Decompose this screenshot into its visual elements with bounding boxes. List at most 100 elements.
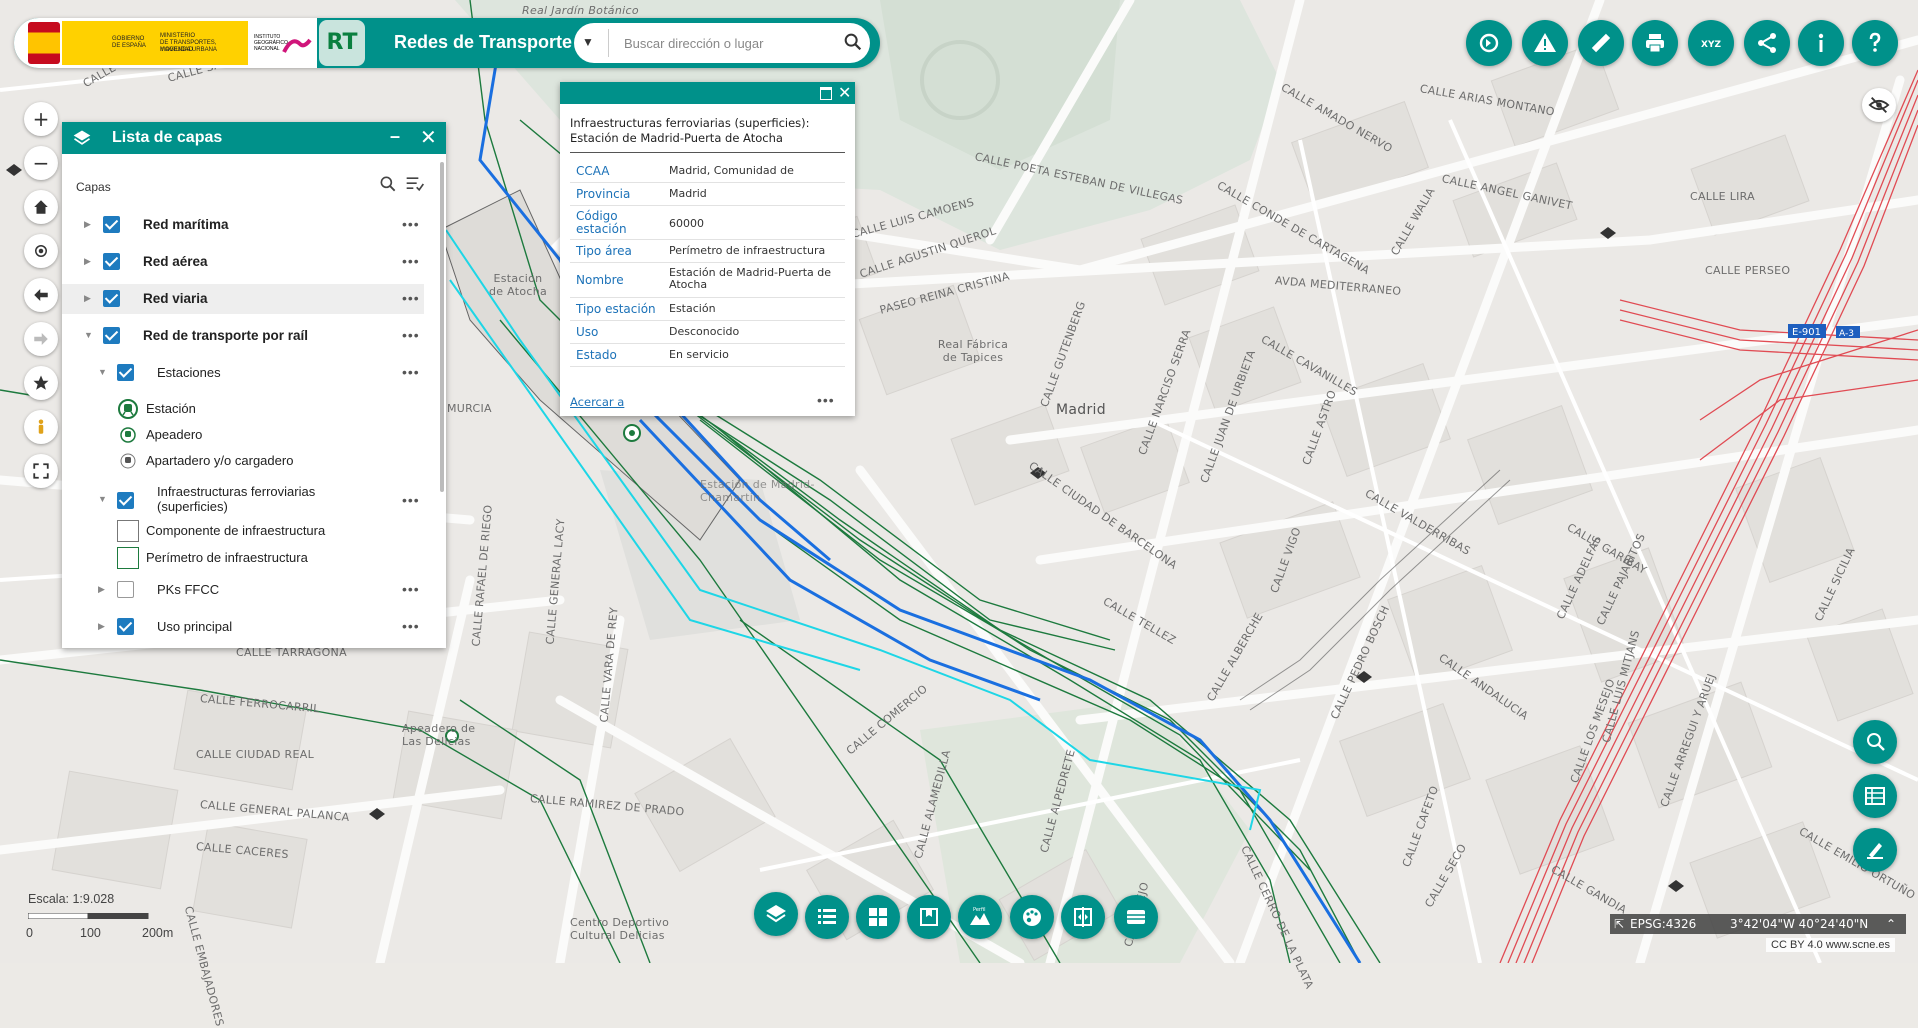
layers-panel-header: Lista de capas – ✕ <box>62 122 446 154</box>
sublayer-row[interactable]: ▶ PKs FFCC ••• <box>62 575 424 605</box>
layer-checkbox[interactable] <box>103 290 120 307</box>
more-options-icon[interactable]: ••• <box>402 492 420 508</box>
info-icon[interactable] <box>1798 20 1844 66</box>
layers-scrollbar[interactable] <box>440 162 444 492</box>
collapse-icon[interactable]: ⌃ <box>1886 917 1896 931</box>
legend-item: Apeadero <box>117 424 202 446</box>
search-box: ▼ <box>574 23 870 63</box>
road-shield-e901: E-901 <box>1792 327 1821 338</box>
close-icon[interactable]: ✕ <box>420 125 437 150</box>
layer-filter-icon[interactable] <box>404 174 426 194</box>
search-source-dropdown[interactable]: ▼ <box>582 35 594 49</box>
grid-icon[interactable] <box>856 895 900 939</box>
map-label: CALLE LIRA <box>1690 190 1756 203</box>
maximize-icon[interactable] <box>820 87 832 100</box>
bookmark-icon[interactable] <box>907 895 951 939</box>
popup-field-row: CCAA Madrid, Comunidad de <box>570 160 845 183</box>
legend-item: Apartadero y/o cargadero <box>117 450 293 472</box>
warning-icon[interactable] <box>1522 20 1568 66</box>
map-label: Apeadero de Las Delicias <box>402 722 476 748</box>
more-options-icon[interactable]: ••• <box>817 392 835 408</box>
back-arrow-icon[interactable] <box>24 278 58 312</box>
institution-logos[interactable]: GOBIERNO DE ESPAÑA MINISTERIO DE TRANSPO… <box>14 18 317 68</box>
palette-icon[interactable] <box>1010 895 1054 939</box>
compare-icon[interactable] <box>1061 895 1105 939</box>
sublayer-checkbox[interactable] <box>117 492 134 509</box>
more-options-icon[interactable]: ••• <box>402 618 420 634</box>
scale-tick: 0 <box>26 926 33 940</box>
sublayer-row[interactable]: ▶ Uso principal ••• <box>62 612 424 642</box>
expand-icon[interactable]: ⇱ <box>1614 917 1624 931</box>
help-icon[interactable] <box>1852 20 1898 66</box>
more-options-icon[interactable]: ••• <box>402 327 420 343</box>
ministry-logo: GOBIERNO DE ESPAÑA MINISTERIO DE TRANSPO… <box>62 21 248 65</box>
layer-label: Red viaria <box>143 291 208 306</box>
print-icon[interactable] <box>1632 20 1678 66</box>
coordinate-value: 3°42'04"W 40°24'40"N <box>1730 917 1869 931</box>
map-label: MURCIA <box>447 402 492 415</box>
sublayer-row[interactable]: ▼ Infraestructuras ferroviarias (superfi… <box>62 480 424 520</box>
xyz-icon[interactable]: XYZ <box>1688 20 1734 66</box>
app-logo: RT <box>319 20 365 66</box>
popup-field-row: Código estación 60000 <box>570 206 845 240</box>
layer-checkbox[interactable] <box>103 253 120 270</box>
more-options-icon[interactable]: ••• <box>402 581 420 597</box>
legend-list-icon[interactable] <box>805 895 849 939</box>
fullscreen-icon[interactable] <box>24 454 58 488</box>
feature-popup: ✕ Infraestructuras ferroviarias (superfi… <box>560 82 855 416</box>
more-options-icon[interactable]: ••• <box>402 290 420 306</box>
edit-location-icon[interactable] <box>1853 828 1897 872</box>
layer-row[interactable]: ▶ Red viaria ••• <box>62 284 424 314</box>
more-options-icon[interactable]: ••• <box>402 364 420 380</box>
legend-item: Estación <box>117 398 196 420</box>
zoom-to-link[interactable]: Acercar a <box>570 395 624 409</box>
more-options-icon[interactable]: ••• <box>402 253 420 269</box>
sublayer-checkbox[interactable] <box>117 581 134 598</box>
layers-toggle-icon[interactable] <box>754 892 798 936</box>
home-icon[interactable] <box>24 190 58 224</box>
layer-search-icon[interactable] <box>378 174 398 194</box>
sublayer-checkbox[interactable] <box>117 364 134 381</box>
layer-checkbox[interactable] <box>103 216 120 233</box>
zoom-out-icon[interactable]: − <box>24 146 58 180</box>
popup-header: ✕ <box>560 82 855 104</box>
layer-row[interactable]: ▼ Red de transporte por raíl ••• <box>62 321 424 351</box>
more-options-icon[interactable]: ••• <box>402 216 420 232</box>
search-location-icon[interactable] <box>1853 720 1897 764</box>
map-label: Madrid <box>1056 402 1106 418</box>
elevation-profile-icon[interactable]: Perfil <box>958 895 1002 939</box>
refresh-icon[interactable] <box>1466 20 1512 66</box>
sublayer-label: PKs FFCC <box>157 582 220 597</box>
layer-checkbox[interactable] <box>103 327 120 344</box>
zoom-in-icon[interactable]: + <box>24 102 58 136</box>
attribution[interactable]: CC BY 4.0 www.scne.es <box>1766 938 1896 952</box>
coordinate-readout[interactable]: ⇱ EPSG:4326 3°42'04"W 40°24'40"N ⌃ <box>1610 914 1906 934</box>
forward-arrow-icon[interactable] <box>24 322 58 356</box>
table-icon[interactable] <box>1853 774 1897 818</box>
layer-row[interactable]: ▶ Red aérea ••• <box>62 247 424 277</box>
search-input[interactable] <box>622 29 836 57</box>
street-view-icon[interactable] <box>24 410 58 444</box>
locate-icon[interactable] <box>24 234 58 268</box>
map-label: Centro Deportivo Cultural Delicias <box>570 916 670 942</box>
share-icon[interactable] <box>1744 20 1790 66</box>
search-icon[interactable] <box>842 31 866 55</box>
sublayer-row[interactable]: ▼ Estaciones ••• <box>62 358 424 388</box>
sublayer-label: Infraestructuras ferroviarias (superfici… <box>157 484 316 514</box>
layer-label: Red aérea <box>143 254 208 269</box>
popup-field-row: Provincia Madrid <box>570 183 845 206</box>
scale-bar <box>28 913 149 919</box>
map-label: CALLE CIUDAD REAL <box>196 748 315 761</box>
close-icon[interactable]: ✕ <box>838 83 851 103</box>
app-header: GOBIERNO DE ESPAÑA MINISTERIO DE TRANSPO… <box>14 18 880 68</box>
layer-row[interactable]: ▶ Red marítima ••• <box>62 210 424 240</box>
sublayer-checkbox[interactable] <box>117 618 134 635</box>
minimize-icon[interactable]: – <box>390 126 400 147</box>
capas-label: Capas <box>76 180 111 194</box>
hide-eye-icon[interactable] <box>1862 88 1896 122</box>
star-icon[interactable] <box>24 366 58 400</box>
popup-field-row: Estado En servicio <box>570 344 845 367</box>
app-title: Redes de Transporte <box>394 32 573 52</box>
ruler-icon[interactable] <box>1578 20 1624 66</box>
basemap-icon[interactable] <box>1114 895 1158 939</box>
